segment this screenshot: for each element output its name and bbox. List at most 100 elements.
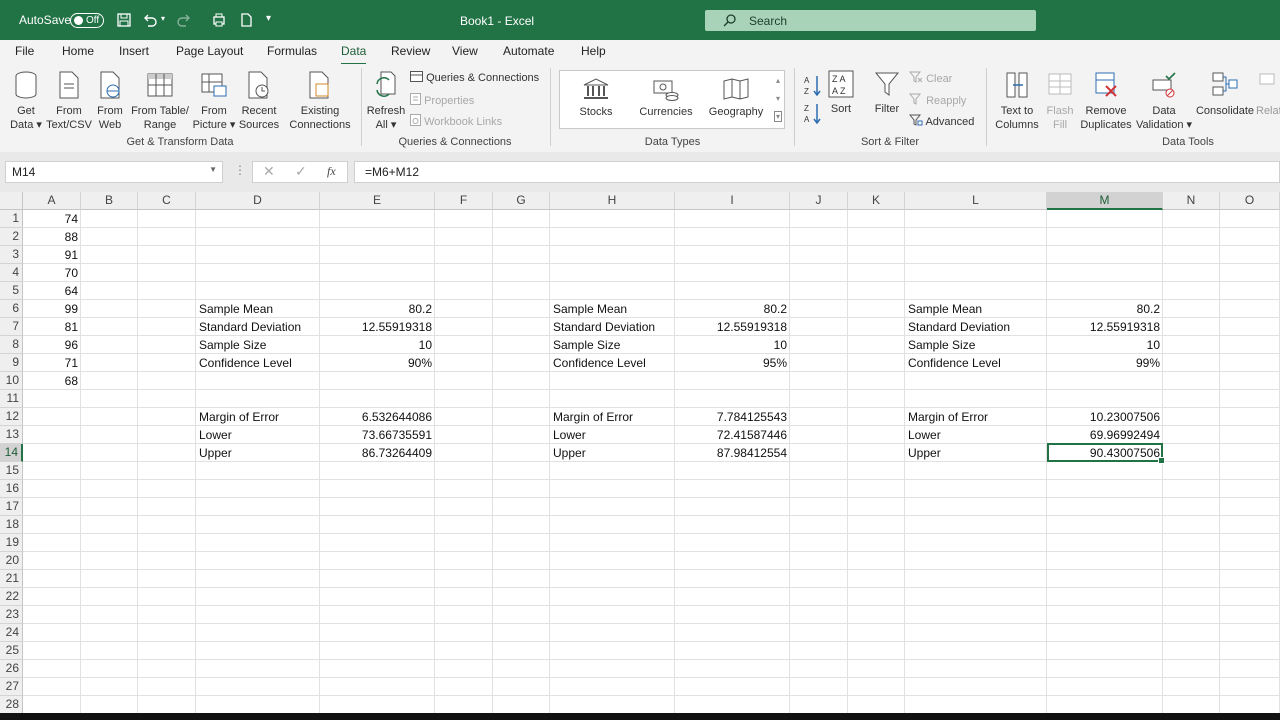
row-header-20[interactable]: 20	[0, 552, 23, 570]
cell-m13[interactable]: 69.96992494	[1047, 426, 1163, 444]
row-header-3[interactable]: 3	[0, 246, 23, 264]
row-header-26[interactable]: 26	[0, 660, 23, 678]
cell-h14[interactable]: Upper	[550, 444, 675, 462]
cell-i13[interactable]: 72.41587446	[675, 426, 790, 444]
row-header-14[interactable]: 14	[0, 444, 23, 462]
cell-e6[interactable]: 80.2	[320, 300, 435, 318]
consolidate-button[interactable]: Consolidate	[1194, 70, 1256, 118]
column-header-e[interactable]: E	[320, 192, 435, 210]
cell-m6[interactable]: 80.2	[1047, 300, 1163, 318]
reapply-button[interactable]: Reapply	[908, 93, 966, 108]
row-header-5[interactable]: 5	[0, 282, 23, 300]
tab-help[interactable]: Help	[581, 44, 606, 58]
get-data-button[interactable]: Get Data ▾	[6, 70, 46, 132]
cell-d13[interactable]: Lower	[196, 426, 320, 444]
cell-a2[interactable]: 88	[23, 228, 81, 246]
cell-l9[interactable]: Confidence Level	[905, 354, 1047, 372]
from-picture-button[interactable]: From Picture ▾	[192, 70, 236, 132]
cell-d9[interactable]: Confidence Level	[196, 354, 320, 372]
row-header-13[interactable]: 13	[0, 426, 23, 444]
remove-duplicates-button[interactable]: Remove Duplicates	[1080, 70, 1132, 132]
column-header-n[interactable]: N	[1163, 192, 1220, 210]
redo-icon[interactable]	[176, 12, 192, 28]
row-header-4[interactable]: 4	[0, 264, 23, 282]
refresh-all-button[interactable]: Refresh All ▾	[366, 70, 406, 132]
cell-a6[interactable]: 99	[23, 300, 81, 318]
cancel-icon[interactable]: ✕	[263, 163, 275, 180]
active-cell-selection[interactable]	[1047, 443, 1165, 464]
row-header-18[interactable]: 18	[0, 516, 23, 534]
column-header-a[interactable]: A	[23, 192, 81, 210]
relationships-button[interactable]: Relati	[1256, 70, 1280, 118]
advanced-button[interactable]: Advanced	[908, 114, 974, 129]
sort-ascending-icon[interactable]: AZ	[804, 74, 822, 96]
row-header-8[interactable]: 8	[0, 336, 23, 354]
print-preview-icon[interactable]	[211, 12, 227, 28]
row-header-28[interactable]: 28	[0, 696, 23, 713]
column-header-o[interactable]: O	[1220, 192, 1280, 210]
column-header-j[interactable]: J	[790, 192, 848, 210]
row-header-1[interactable]: 1	[0, 210, 23, 228]
row-header-11[interactable]: 11	[0, 390, 23, 408]
column-header-i[interactable]: I	[675, 192, 790, 210]
cell-h12[interactable]: Margin of Error	[550, 408, 675, 426]
cell-l6[interactable]: Sample Mean	[905, 300, 1047, 318]
cell-i9[interactable]: 95%	[675, 354, 790, 372]
cell-a5[interactable]: 64	[23, 282, 81, 300]
cell-a3[interactable]: 91	[23, 246, 81, 264]
column-header-h[interactable]: H	[550, 192, 675, 210]
cell-m8[interactable]: 10	[1047, 336, 1163, 354]
tab-insert[interactable]: Insert	[119, 44, 149, 58]
cell-d7[interactable]: Standard Deviation	[196, 318, 320, 336]
cell-e12[interactable]: 6.532644086	[320, 408, 435, 426]
tab-automate[interactable]: Automate	[503, 44, 554, 58]
from-table-range-button[interactable]: From Table/ Range	[129, 70, 191, 132]
cell-a9[interactable]: 71	[23, 354, 81, 372]
sort-button[interactable]: Z A A Z Sort	[826, 70, 856, 116]
undo-icon[interactable]	[142, 12, 158, 28]
formula-input[interactable]: =M6+M12	[354, 161, 1280, 183]
search-box[interactable]: Search	[705, 10, 1036, 31]
cell-l14[interactable]: Upper	[905, 444, 1047, 462]
queries-connections-button[interactable]: Queries & Connections	[410, 71, 539, 85]
cell-i8[interactable]: 10	[675, 336, 790, 354]
cell-a7[interactable]: 81	[23, 318, 81, 336]
row-header-21[interactable]: 21	[0, 570, 23, 588]
properties-button[interactable]: Properties	[410, 93, 474, 108]
cell-i6[interactable]: 80.2	[675, 300, 790, 318]
cell-h8[interactable]: Sample Size	[550, 336, 675, 354]
column-header-k[interactable]: K	[848, 192, 905, 210]
cell-l8[interactable]: Sample Size	[905, 336, 1047, 354]
row-header-15[interactable]: 15	[0, 462, 23, 480]
cell-m7[interactable]: 12.55919318	[1047, 318, 1163, 336]
currencies-button[interactable]: Currencies	[636, 77, 696, 119]
select-all-corner[interactable]	[0, 192, 23, 210]
cell-e14[interactable]: 86.73264409	[320, 444, 435, 462]
cell-a4[interactable]: 70	[23, 264, 81, 282]
column-header-l[interactable]: L	[905, 192, 1047, 210]
cell-h6[interactable]: Sample Mean	[550, 300, 675, 318]
row-header-10[interactable]: 10	[0, 372, 23, 390]
row-header-23[interactable]: 23	[0, 606, 23, 624]
existing-connections-button[interactable]: Existing Connections	[287, 70, 353, 132]
cell-d6[interactable]: Sample Mean	[196, 300, 320, 318]
row-header-12[interactable]: 12	[0, 408, 23, 426]
clear-button[interactable]: Clear	[908, 71, 952, 86]
cell-a8[interactable]: 96	[23, 336, 81, 354]
cell-l13[interactable]: Lower	[905, 426, 1047, 444]
tab-formulas[interactable]: Formulas	[267, 44, 317, 58]
name-box[interactable]: M14 ▼	[5, 161, 223, 183]
cell-e9[interactable]: 90%	[320, 354, 435, 372]
tab-page-layout[interactable]: Page Layout	[176, 44, 243, 58]
stocks-button[interactable]: Stocks	[568, 77, 624, 119]
column-header-b[interactable]: B	[81, 192, 138, 210]
tab-view[interactable]: View	[452, 44, 478, 58]
enter-icon[interactable]: ✓	[295, 163, 307, 180]
row-header-22[interactable]: 22	[0, 588, 23, 606]
data-validation-button[interactable]: Data Validation ▾	[1134, 70, 1194, 132]
cell-h13[interactable]: Lower	[550, 426, 675, 444]
tab-review[interactable]: Review	[391, 44, 430, 58]
from-web-button[interactable]: From Web	[92, 70, 128, 132]
cell-h7[interactable]: Standard Deviation	[550, 318, 675, 336]
flash-fill-button[interactable]: Flash Fill	[1042, 70, 1078, 132]
